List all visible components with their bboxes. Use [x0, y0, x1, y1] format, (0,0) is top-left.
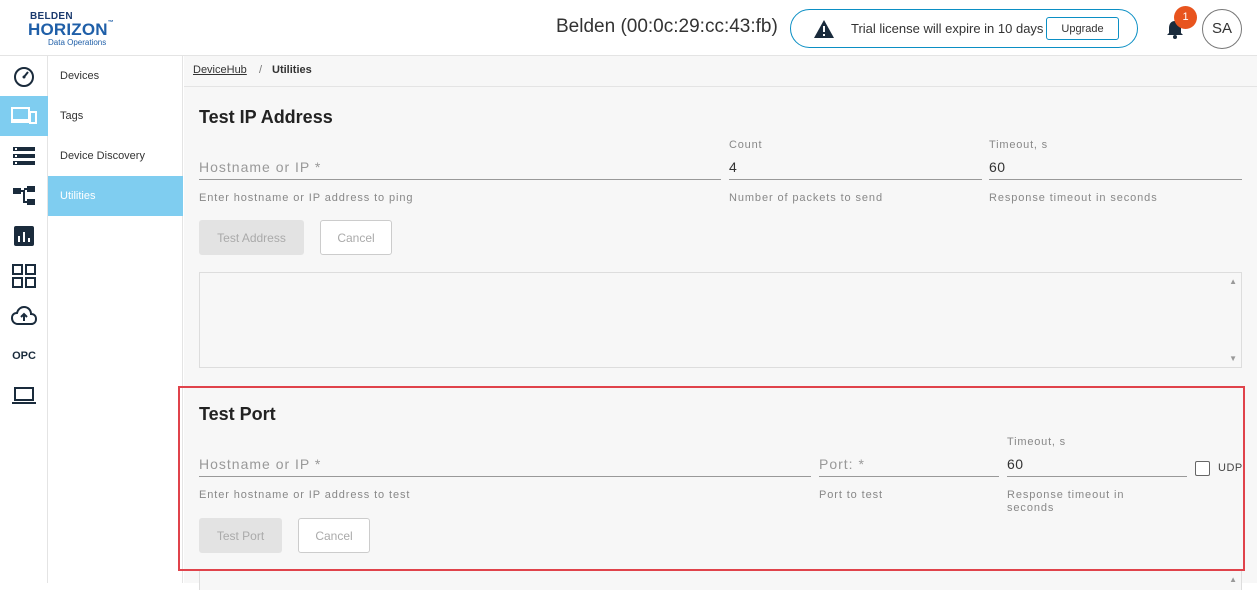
- logo-line2: HORIZON™: [28, 20, 114, 39]
- notification-badge[interactable]: 1: [1174, 6, 1197, 29]
- rail-laptop[interactable]: [0, 376, 48, 416]
- icon-rail: OPC: [0, 56, 48, 583]
- ip-hostname-field: Enter hostname or IP address to ping: [199, 142, 721, 212]
- rail-apps[interactable]: [0, 256, 48, 296]
- count-label: Count: [729, 139, 763, 151]
- ip-timeout-input[interactable]: [989, 154, 1242, 180]
- subnav-item-devices[interactable]: Devices: [48, 56, 183, 96]
- scroll-down-icon[interactable]: ▼: [1229, 354, 1237, 363]
- ip-timeout-hint: Response timeout in seconds: [989, 192, 1158, 204]
- apps-icon: [12, 264, 36, 288]
- subnav-item-utilities[interactable]: Utilities: [48, 176, 183, 216]
- rail-cloud-upload[interactable]: [0, 296, 48, 336]
- ip-timeout-label: Timeout, s: [989, 139, 1048, 151]
- hierarchy-icon: [13, 186, 35, 205]
- ping-output-area[interactable]: ▲ ▼: [199, 272, 1242, 368]
- warning-icon: [814, 20, 834, 38]
- top-header: BELDEN HORIZON™ Data Operations Belden (…: [0, 0, 1257, 56]
- port-hostname-input[interactable]: [199, 451, 811, 477]
- chart-icon: [14, 226, 34, 246]
- port-field: Port to test: [819, 439, 999, 509]
- ip-hostname-input[interactable]: [199, 154, 721, 180]
- port-hint: Port to test: [819, 489, 883, 501]
- devices-icon: [11, 107, 37, 124]
- cancel-address-button[interactable]: Cancel: [320, 220, 392, 255]
- port-timeout-field: Timeout, s Response timeout in seconds: [1007, 436, 1187, 516]
- rail-hierarchy[interactable]: [0, 176, 48, 216]
- test-port-button[interactable]: Test Port: [199, 518, 282, 553]
- ip-hostname-hint: Enter hostname or IP address to ping: [199, 192, 414, 204]
- test-address-button[interactable]: Test Address: [199, 220, 304, 255]
- laptop-icon: [12, 387, 36, 404]
- belden-horizon-logo[interactable]: BELDEN HORIZON™ Data Operations: [28, 10, 118, 48]
- rail-opc[interactable]: OPC: [0, 336, 48, 376]
- dashboard-icon: [14, 67, 34, 87]
- trial-text: Trial license will expire in 10 days: [851, 21, 1044, 36]
- trial-license-banner: Trial license will expire in 10 days Upg…: [790, 9, 1138, 48]
- count-field: Count Number of packets to send: [729, 139, 982, 209]
- breadcrumb-current: Utilities: [272, 64, 312, 76]
- port-timeout-hint: Response timeout in seconds: [1007, 489, 1125, 514]
- test-port-title: Test Port: [199, 404, 276, 424]
- subnav-item-device-discovery[interactable]: Device Discovery: [48, 136, 183, 176]
- udp-checkbox[interactable]: [1195, 461, 1210, 476]
- breadcrumb-separator: /: [259, 64, 263, 76]
- list-icon: [13, 147, 35, 165]
- breadcrumb-devicehub-link[interactable]: DeviceHub: [193, 64, 247, 76]
- ip-timeout-field: Timeout, s Response timeout in seconds: [989, 139, 1242, 209]
- sub-navigation: Devices Tags Device Discovery Utilities: [48, 56, 183, 583]
- count-input[interactable]: [729, 154, 982, 180]
- count-hint: Number of packets to send: [729, 192, 883, 204]
- port-hostname-field: Enter hostname or IP address to test: [199, 439, 811, 509]
- rail-chart[interactable]: [0, 216, 48, 256]
- breadcrumb: DeviceHub / Utilities: [184, 56, 1257, 87]
- avatar[interactable]: SA: [1202, 9, 1242, 49]
- device-title: Belden (00:0c:29:cc:43:fb): [556, 16, 778, 37]
- udp-label: UDP: [1218, 462, 1243, 474]
- logo-line3: Data Operations: [48, 38, 107, 47]
- port-input[interactable]: [819, 451, 999, 477]
- port-timeout-label: Timeout, s: [1007, 436, 1066, 448]
- scroll-up-icon[interactable]: ▲: [1229, 277, 1237, 286]
- cloud-upload-icon: [11, 306, 37, 325]
- upgrade-button[interactable]: Upgrade: [1046, 17, 1119, 40]
- main-content: DeviceHub / Utilities Test IP Address En…: [184, 56, 1257, 590]
- subnav-item-tags[interactable]: Tags: [48, 96, 183, 136]
- opc-label: OPC: [12, 350, 36, 362]
- port-timeout-input[interactable]: [1007, 451, 1187, 477]
- rail-list[interactable]: [0, 136, 48, 176]
- test-ip-title: Test IP Address: [199, 107, 333, 127]
- rail-dashboard[interactable]: [0, 56, 48, 96]
- port-output-area[interactable]: ▲: [199, 570, 1242, 590]
- rail-devices[interactable]: [0, 96, 48, 136]
- port-hostname-hint: Enter hostname or IP address to test: [199, 489, 411, 501]
- cancel-port-button[interactable]: Cancel: [298, 518, 370, 553]
